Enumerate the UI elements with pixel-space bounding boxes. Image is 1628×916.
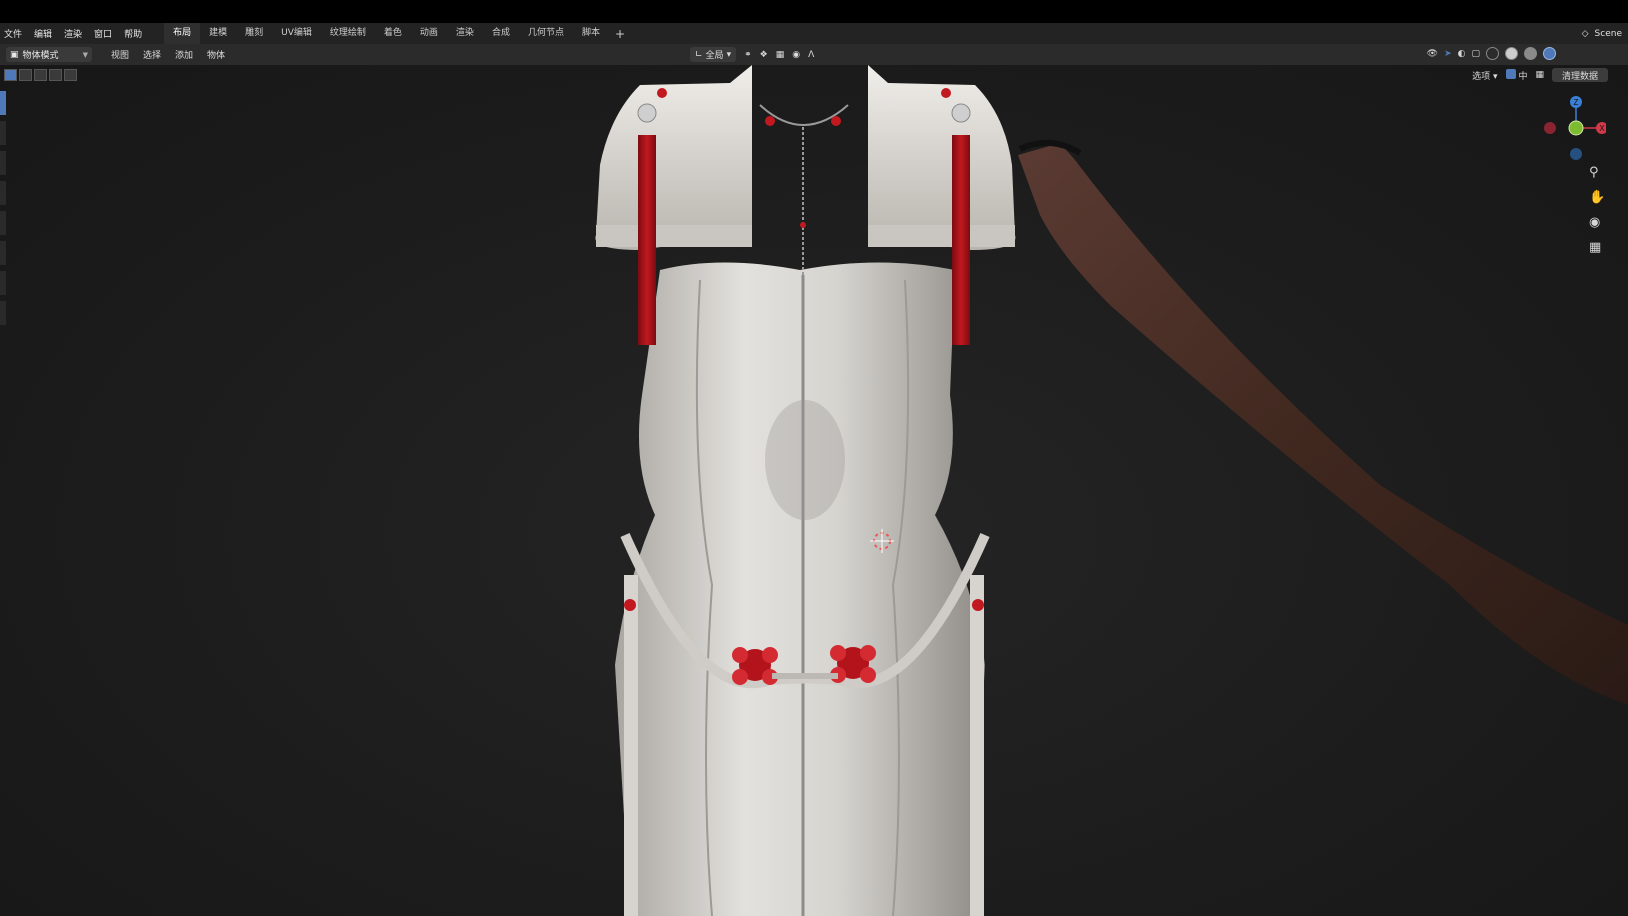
menu-edit[interactable]: 编辑 bbox=[30, 27, 60, 40]
tab-scripting[interactable]: 脚本 bbox=[573, 23, 609, 44]
scene-selector[interactable]: ◇ Scene bbox=[1582, 23, 1622, 44]
wireframe-shading-icon[interactable] bbox=[1486, 47, 1499, 60]
mode-label: 物体模式 bbox=[22, 51, 59, 61]
material-shading-icon[interactable] bbox=[1524, 47, 1537, 60]
overlay-icon[interactable]: ◐ bbox=[1458, 49, 1466, 59]
qipao-model-render bbox=[595, 65, 1628, 916]
chevron-down-icon: ▼ bbox=[82, 50, 88, 59]
menu-help[interactable]: 帮助 bbox=[120, 27, 150, 40]
mode-dropdown[interactable]: ▣ 物体模式 ▼ bbox=[6, 47, 92, 62]
solid-shading-icon[interactable] bbox=[1505, 47, 1518, 60]
snap-icon[interactable]: ❖ bbox=[760, 50, 768, 60]
menu-file[interactable]: 文件 bbox=[0, 27, 30, 40]
glove bbox=[1018, 143, 1628, 705]
proportional-edit-icon[interactable]: ◉ bbox=[792, 50, 800, 60]
add-workspace-button[interactable]: + bbox=[609, 27, 631, 41]
3d-viewport[interactable]: 选项 ▾ 中 ▦ 清理数据 Z X ⚲ ✋ ◉ ▦ bbox=[0, 65, 1628, 916]
tab-uv-editing[interactable]: UV编辑 bbox=[272, 23, 321, 44]
orientation-label: 全局 bbox=[705, 51, 724, 61]
menu-select[interactable]: 选择 bbox=[136, 48, 168, 61]
menu-object[interactable]: 物体 bbox=[200, 48, 232, 61]
gizmo-toggle-icon[interactable]: ➤ bbox=[1444, 49, 1452, 59]
visibility-icon[interactable]: 👁 bbox=[1427, 49, 1438, 59]
main-menu: 文件 编辑 渲染 窗口 帮助 bbox=[0, 23, 150, 44]
cape-left bbox=[595, 65, 752, 250]
top-bar: 文件 编辑 渲染 窗口 帮助 布局 建模 雕刻 UV编辑 纹理绘制 着色 动画 … bbox=[0, 23, 1628, 44]
menu-add[interactable]: 添加 bbox=[168, 48, 200, 61]
menu-render[interactable]: 渲染 bbox=[60, 27, 90, 40]
xray-icon[interactable]: ▢ bbox=[1471, 49, 1480, 59]
tassel-right bbox=[952, 135, 970, 345]
tab-compositing[interactable]: 合成 bbox=[483, 23, 519, 44]
scene-name: Scene bbox=[1594, 28, 1622, 39]
viewport-menu: 视图 选择 添加 物体 bbox=[104, 48, 232, 61]
chevron-down-icon: ▾ bbox=[726, 49, 732, 60]
tab-rendering[interactable]: 渲染 bbox=[447, 23, 483, 44]
app-window: 文件 编辑 渲染 窗口 帮助 布局 建模 雕刻 UV编辑 纹理绘制 着色 动画 … bbox=[0, 0, 1628, 916]
rendered-shading-icon[interactable] bbox=[1543, 47, 1556, 60]
menu-view[interactable]: 视图 bbox=[104, 48, 136, 61]
tassel-left bbox=[638, 135, 656, 345]
dress-body bbox=[615, 262, 985, 916]
pivot-icon[interactable]: ⚭ bbox=[744, 50, 752, 60]
falloff-icon[interactable]: Λ bbox=[808, 50, 814, 60]
tab-layout[interactable]: 布局 bbox=[164, 23, 201, 44]
tab-geometry-nodes[interactable]: 几何节点 bbox=[519, 23, 573, 44]
orientation-dropdown[interactable]: ∟ 全局 ▾ bbox=[690, 47, 737, 62]
cube-icon: ▣ bbox=[10, 49, 19, 60]
tab-animation[interactable]: 动画 bbox=[411, 23, 447, 44]
tab-shading[interactable]: 着色 bbox=[375, 23, 411, 44]
axes-icon: ∟ bbox=[695, 49, 703, 60]
viewport-header: ▣ 物体模式 ▼ 视图 选择 添加 物体 ∟ 全局 ▾ ⚭ ❖ ▦ ◉ Λ 👁 … bbox=[0, 44, 1628, 65]
snap-increment-icon[interactable]: ▦ bbox=[776, 50, 785, 60]
tab-modeling[interactable]: 建模 bbox=[200, 23, 236, 44]
menu-window[interactable]: 窗口 bbox=[90, 27, 120, 40]
transform-controls: ∟ 全局 ▾ ⚭ ❖ ▦ ◉ Λ bbox=[690, 47, 814, 62]
workspace-tabs: 布局 建模 雕刻 UV编辑 纹理绘制 着色 动画 渲染 合成 几何节点 脚本 + bbox=[164, 23, 631, 44]
shading-controls: 👁 ➤ ◐ ▢ bbox=[1427, 47, 1556, 60]
tab-texture-paint[interactable]: 纹理绘制 bbox=[321, 23, 375, 44]
tab-sculpting[interactable]: 雕刻 bbox=[236, 23, 272, 44]
scene-icon: ◇ bbox=[1581, 28, 1589, 39]
